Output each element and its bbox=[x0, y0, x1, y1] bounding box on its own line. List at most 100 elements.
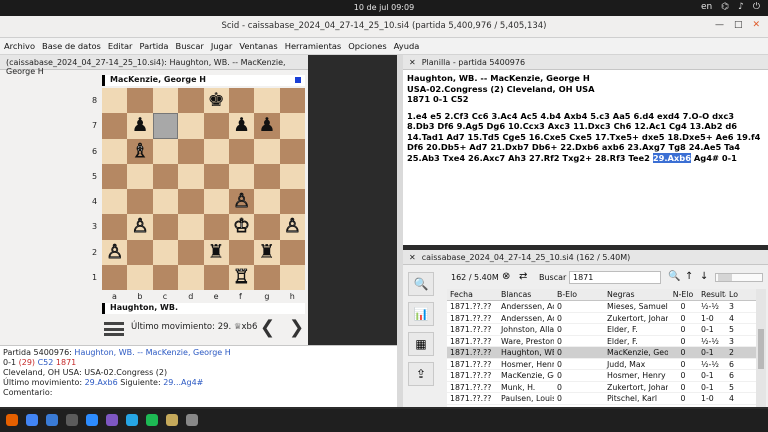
telegram-icon[interactable] bbox=[126, 414, 138, 426]
gamelist-close-icon[interactable]: ✕ bbox=[409, 253, 416, 262]
column-header[interactable]: Blancas bbox=[498, 289, 554, 300]
square-a3[interactable] bbox=[102, 214, 128, 240]
chess-piece[interactable]: ♖ bbox=[233, 267, 251, 287]
square-f6[interactable] bbox=[228, 138, 255, 164]
table-row[interactable]: 1871.??.?? Paulsen, Louis 0 Pitschel, Karl 0… bbox=[447, 393, 756, 405]
square-g6[interactable] bbox=[254, 138, 280, 164]
menu-editar[interactable]: Editar bbox=[104, 38, 136, 54]
pgn-moves[interactable]: 1.e4 e5 2.Cf3 Cc6 3.Ac4 Ac5 4.b4 Axb4 5.… bbox=[407, 111, 764, 164]
square-e2[interactable]: ♜ bbox=[203, 239, 229, 265]
square-f3[interactable]: ♔ bbox=[228, 214, 255, 240]
find-icon[interactable]: 🔍 bbox=[668, 271, 680, 282]
chess-piece[interactable]: ♙ bbox=[106, 242, 124, 262]
square-e5[interactable] bbox=[203, 163, 229, 189]
chess-piece[interactable]: ♙ bbox=[233, 191, 251, 211]
square-e7[interactable] bbox=[203, 113, 229, 139]
hamburger-menu-icon[interactable] bbox=[104, 322, 124, 336]
square-a7[interactable] bbox=[102, 113, 128, 139]
square-c5[interactable] bbox=[152, 163, 179, 189]
menu-herramientas[interactable]: Herramientas bbox=[281, 38, 345, 54]
square-f7[interactable]: ♟ bbox=[228, 113, 255, 139]
minimize-icon[interactable]: — bbox=[715, 20, 724, 30]
square-c6[interactable] bbox=[152, 138, 179, 164]
square-d8[interactable] bbox=[178, 88, 204, 114]
square-h7[interactable] bbox=[279, 113, 305, 139]
square-g3[interactable] bbox=[254, 214, 280, 240]
square-b7[interactable]: ♟ bbox=[127, 113, 153, 139]
square-g2[interactable]: ♜ bbox=[254, 239, 280, 265]
square-d1[interactable] bbox=[178, 264, 204, 290]
firefox-icon[interactable] bbox=[6, 414, 18, 426]
square-d6[interactable] bbox=[178, 138, 204, 164]
square-c1[interactable] bbox=[152, 264, 179, 290]
pgn-panel[interactable]: Haughton, WB. -- MacKenzie, George H USA… bbox=[403, 70, 768, 245]
square-e3[interactable] bbox=[203, 214, 229, 240]
square-f2[interactable] bbox=[228, 239, 255, 265]
table-row[interactable]: 1871.??.??Anderssen, Adolf0Zukertort, Jo… bbox=[447, 313, 756, 324]
gamelist-scrollbar[interactable] bbox=[756, 289, 766, 407]
menu-buscar[interactable]: Buscar bbox=[172, 38, 207, 54]
square-b1[interactable] bbox=[127, 264, 153, 290]
app-icon[interactable] bbox=[106, 414, 118, 426]
board-tab[interactable]: (caissabase_2024_04_27-14_25_10.si4): Ha… bbox=[0, 55, 308, 76]
sort-up-icon[interactable]: ↑ bbox=[685, 271, 693, 282]
square-c4[interactable] bbox=[152, 189, 179, 215]
square-e4[interactable] bbox=[203, 189, 229, 215]
sort-down-icon[interactable]: ↓ bbox=[700, 271, 708, 282]
square-d5[interactable] bbox=[178, 163, 204, 189]
menu-opciones[interactable]: Opciones bbox=[344, 38, 389, 54]
square-c7[interactable] bbox=[152, 113, 179, 139]
table-row[interactable]: 1871.??.?? Johnston, Allan 0 Elder, F. 0 0-1 5 bbox=[447, 324, 756, 336]
search-db-icon[interactable]: 🔍 bbox=[408, 272, 434, 296]
square-b3[interactable]: ♙ bbox=[127, 214, 153, 240]
square-e6[interactable] bbox=[203, 138, 229, 164]
column-header[interactable]: Negras bbox=[604, 289, 668, 300]
menu-ayuda[interactable]: Ayuda bbox=[390, 38, 423, 54]
chess-piece[interactable]: ♗ bbox=[131, 141, 149, 161]
table-row[interactable]: 1871.??.?? Munk, H. 0 Zukertort, Johannes 0 0… bbox=[447, 382, 756, 393]
column-header[interactable]: Lo bbox=[726, 289, 744, 300]
square-a8[interactable] bbox=[102, 88, 128, 114]
pgn-tab[interactable]: ✕ Planilla - partida 5400976 bbox=[403, 55, 768, 70]
previous-move-icon[interactable]: ❮ bbox=[260, 317, 275, 338]
square-g4[interactable] bbox=[254, 189, 280, 215]
chess-piece[interactable]: ♙ bbox=[283, 216, 301, 236]
square-b4[interactable] bbox=[127, 189, 153, 215]
square-a5[interactable] bbox=[102, 163, 128, 189]
square-b6[interactable]: ♗ bbox=[127, 138, 153, 164]
square-a6[interactable] bbox=[102, 138, 128, 164]
square-d4[interactable] bbox=[178, 189, 204, 215]
square-b5[interactable] bbox=[127, 163, 153, 189]
tab-close-icon[interactable]: ✕ bbox=[409, 58, 416, 67]
black-player-link[interactable]: MacKenzie, George H bbox=[146, 348, 231, 357]
square-h6[interactable] bbox=[279, 138, 305, 164]
search-input[interactable]: 1871 bbox=[569, 271, 661, 284]
table-row[interactable]: 1871.??.??MacKenzie, George0Hosmer, Henr… bbox=[447, 370, 756, 382]
network-icon[interactable]: ⌬ bbox=[721, 2, 729, 12]
close-icon[interactable]: ✕ bbox=[752, 20, 760, 30]
column-header[interactable]: Resulta bbox=[698, 289, 726, 300]
files-icon[interactable] bbox=[46, 414, 58, 426]
column-header[interactable]: Fecha bbox=[447, 289, 498, 300]
menu-jugar[interactable]: Jugar bbox=[207, 38, 235, 54]
chess-piece[interactable]: ♟ bbox=[233, 116, 250, 135]
chess-piece[interactable]: ♙ bbox=[131, 216, 149, 236]
square-d7[interactable] bbox=[178, 113, 204, 139]
system-clock[interactable]: 10 de jul 09:09 bbox=[0, 3, 768, 12]
chess-piece[interactable]: ♟ bbox=[258, 116, 275, 135]
table-row[interactable]: 1871.??.?? Ware, Preston 0 Elder, F. 0 ½-½ 3 bbox=[447, 336, 756, 347]
vscode-icon[interactable] bbox=[86, 414, 98, 426]
square-g1[interactable] bbox=[254, 264, 280, 290]
chess-piece[interactable]: ♜ bbox=[258, 242, 275, 262]
square-a2[interactable]: ♙ bbox=[102, 239, 128, 265]
maximize-icon[interactable]: □ bbox=[734, 20, 743, 30]
menu-ventanas[interactable]: Ventanas bbox=[235, 38, 280, 54]
chess-piece[interactable]: ♜ bbox=[208, 242, 225, 262]
square-h3[interactable]: ♙ bbox=[279, 214, 305, 240]
volume-icon[interactable]: ♪ bbox=[738, 2, 744, 12]
square-b8[interactable] bbox=[127, 88, 153, 114]
column-header[interactable]: B-Elo bbox=[554, 289, 604, 300]
square-a4[interactable] bbox=[102, 189, 128, 215]
square-h8[interactable] bbox=[279, 88, 305, 114]
square-c2[interactable] bbox=[152, 239, 179, 265]
